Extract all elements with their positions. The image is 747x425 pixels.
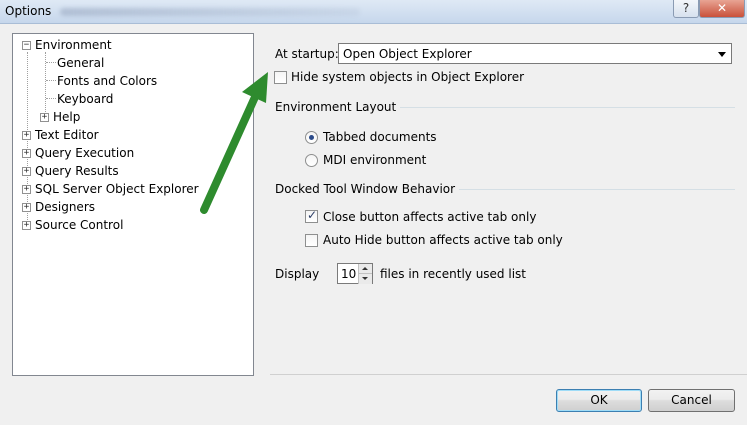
annotation-arrow-icon: [200, 72, 268, 214]
annotation-arrow-shaft: [200, 93, 259, 214]
